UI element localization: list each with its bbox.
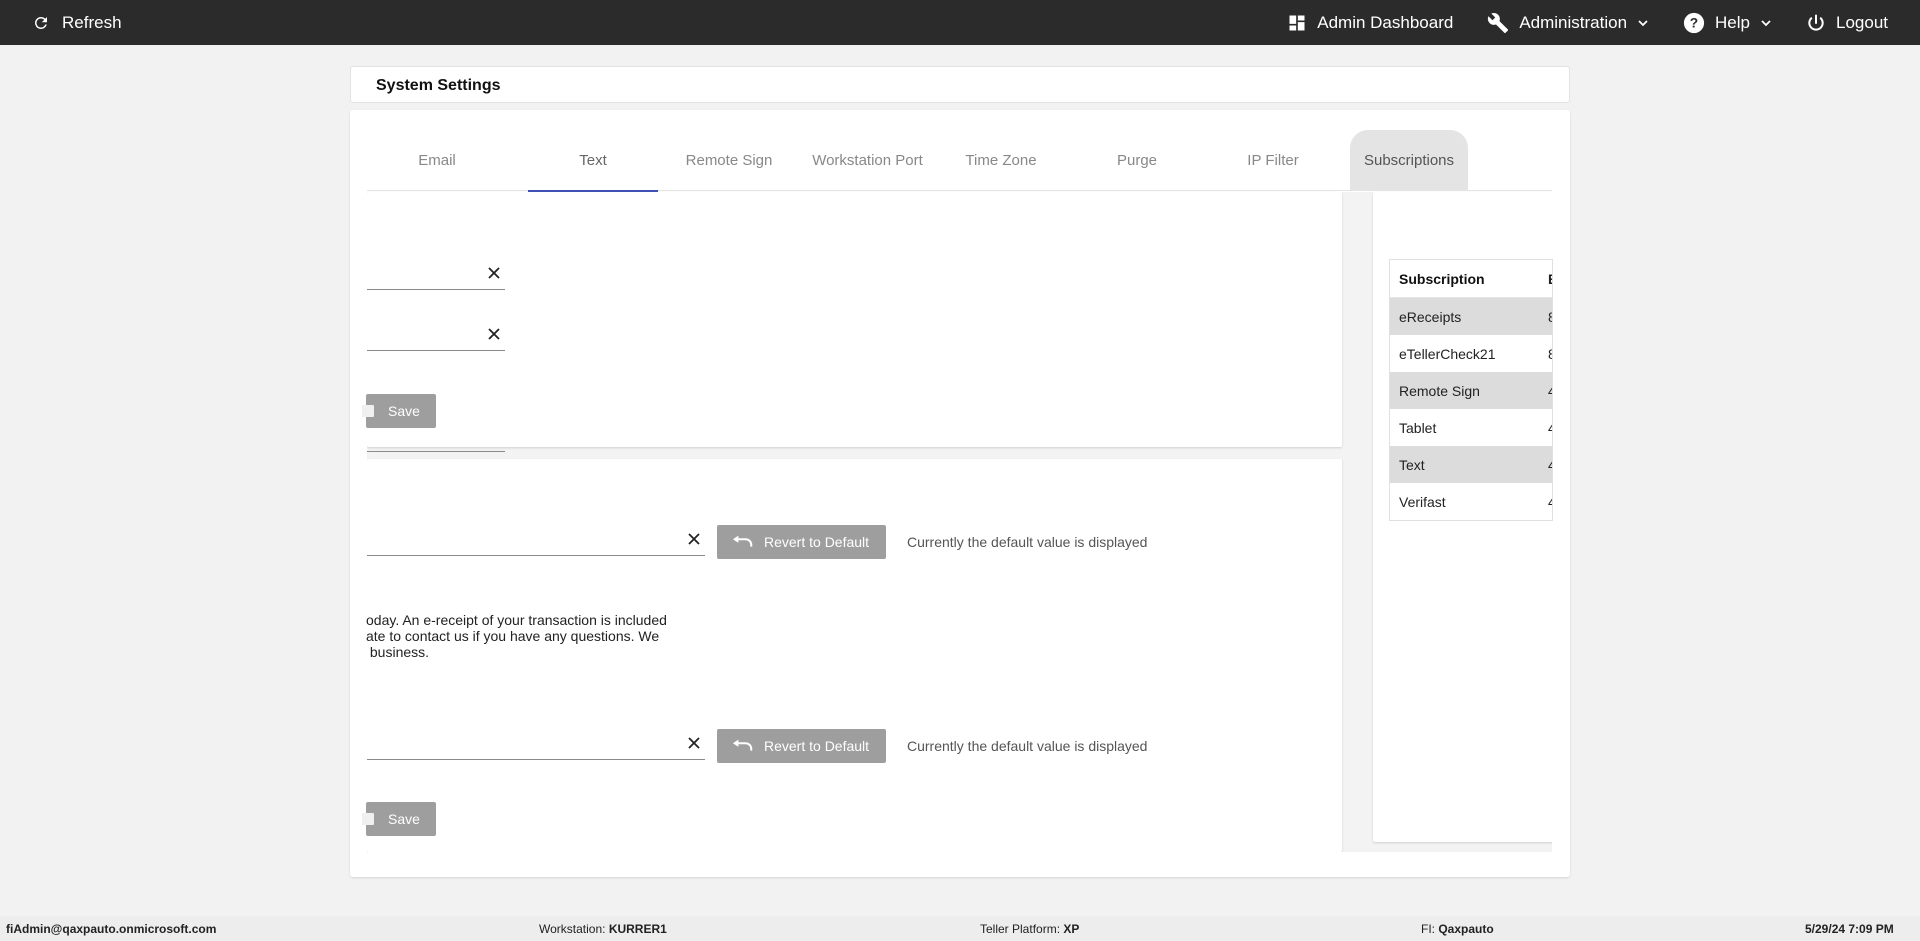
svg-text:?: ? bbox=[1690, 15, 1698, 30]
table-row[interactable]: Text 4 bbox=[1390, 446, 1552, 483]
revert-label: Revert to Default bbox=[764, 738, 870, 754]
admin-dashboard-label: Admin Dashboard bbox=[1317, 12, 1454, 32]
tab-label: Purge bbox=[1116, 152, 1158, 169]
row-value-cut: 4 bbox=[1548, 383, 1552, 399]
row-name: Text bbox=[1399, 456, 1425, 473]
default-value-note: Currently the default value is displayed bbox=[907, 738, 1148, 754]
row-name: Tablet bbox=[1399, 419, 1437, 436]
administration-label: Administration bbox=[1519, 12, 1628, 32]
message-input-2[interactable] bbox=[367, 730, 705, 760]
table-row[interactable]: Tablet 4 bbox=[1390, 409, 1552, 446]
tab-email[interactable]: Email bbox=[372, 130, 502, 191]
row-value-cut: 4 bbox=[1548, 494, 1552, 510]
row-value-cut: 8 bbox=[1548, 346, 1552, 362]
row-name: eReceipts bbox=[1399, 308, 1462, 325]
close-icon[interactable] bbox=[487, 266, 501, 280]
workstation-value: KURRER1 bbox=[608, 922, 667, 936]
table-row[interactable]: eReceipts 8 bbox=[1390, 298, 1552, 335]
undo-icon bbox=[732, 739, 753, 751]
table-row[interactable]: Remote Sign 4 bbox=[1390, 372, 1552, 409]
tab-workstation-port[interactable]: Workstation Port bbox=[800, 130, 935, 191]
table-header: Subscription E bbox=[1390, 260, 1552, 298]
footer-teller-platform: Teller Platform: XP bbox=[980, 922, 1079, 936]
close-icon[interactable] bbox=[687, 532, 701, 546]
table-row[interactable]: Verifast 4 bbox=[1390, 483, 1552, 520]
footer-datetime: 5/29/24 7:09 PM bbox=[1805, 922, 1894, 936]
save-icon bbox=[362, 405, 374, 417]
save-button[interactable]: Save bbox=[362, 394, 436, 428]
row-name: Remote Sign bbox=[1399, 382, 1480, 399]
tab-subscriptions[interactable]: Subscriptions bbox=[1350, 130, 1468, 191]
tab-remote-sign[interactable]: Remote Sign bbox=[664, 130, 794, 191]
refresh-label: Refresh bbox=[62, 12, 122, 32]
top-navigation-bar: Refresh Admin Dashboard Administration ?… bbox=[0, 0, 1920, 45]
tab-purge[interactable]: Purge bbox=[1072, 130, 1202, 191]
wrench-icon bbox=[1488, 12, 1509, 33]
revert-to-default-button[interactable]: Revert to Default bbox=[717, 729, 886, 763]
save-button[interactable]: Save bbox=[362, 802, 436, 836]
administration-menu[interactable]: Administration bbox=[1471, 0, 1667, 45]
revert-to-default-button[interactable]: Revert to Default bbox=[717, 525, 886, 559]
settings-input-1[interactable] bbox=[367, 260, 505, 290]
row-value-cut: 4 bbox=[1548, 420, 1552, 436]
tab-label: Text bbox=[579, 152, 607, 169]
chevron-down-icon bbox=[1638, 19, 1648, 26]
logout-label: Logout bbox=[1836, 12, 1888, 32]
close-icon[interactable] bbox=[687, 736, 701, 750]
tab-text[interactable]: Text bbox=[528, 130, 658, 192]
text-settings-panel bbox=[367, 192, 1342, 452]
power-icon bbox=[1808, 14, 1824, 31]
row-value-cut: 4 bbox=[1548, 457, 1552, 473]
settings-input-2[interactable] bbox=[367, 321, 505, 351]
subscriptions-table: Subscription E eReceipts 8 eTellerCheck21… bbox=[1389, 259, 1553, 521]
message-text-preview: oday. An e-receipt of your transaction i… bbox=[366, 612, 667, 660]
footer-user: fiAdmin@qaxpauto.onmicrosoft.com bbox=[6, 922, 217, 936]
tab-label: Email bbox=[418, 152, 456, 169]
platform-value: XP bbox=[1063, 922, 1080, 936]
status-footer: fiAdmin@qaxpauto.onmicrosoft.com Worksta… bbox=[0, 916, 1920, 941]
fi-label: FI: bbox=[1421, 922, 1435, 936]
workstation-label: Workstation: bbox=[539, 922, 606, 936]
tab-ip-filter[interactable]: IP Filter bbox=[1208, 130, 1338, 191]
admin-dashboard-link[interactable]: Admin Dashboard bbox=[1271, 0, 1471, 45]
settings-card: Email Text Remote Sign Workstation Port … bbox=[350, 110, 1570, 877]
footer-fi: FI: Qaxpauto bbox=[1421, 922, 1494, 936]
dashboard-icon bbox=[1289, 15, 1305, 30]
settings-tabs: Email Text Remote Sign Workstation Port … bbox=[367, 130, 1552, 192]
refresh-button[interactable]: Refresh bbox=[32, 0, 122, 45]
tab-label: Remote Sign bbox=[685, 152, 773, 169]
refresh-icon bbox=[34, 16, 47, 29]
platform-label: Teller Platform: bbox=[980, 922, 1061, 936]
subscription-column-header: Subscription bbox=[1399, 270, 1485, 287]
save-label: Save bbox=[388, 403, 420, 419]
tab-label: IP Filter bbox=[1247, 152, 1299, 169]
tab-label: Time Zone bbox=[965, 152, 1037, 169]
save-label: Save bbox=[388, 811, 420, 827]
help-label: Help bbox=[1715, 12, 1750, 32]
tab-label: Workstation Port bbox=[812, 152, 923, 169]
logout-button[interactable]: Logout bbox=[1790, 0, 1920, 45]
revert-label: Revert to Default bbox=[764, 534, 870, 550]
footer-workstation: Workstation: KURRER1 bbox=[539, 922, 667, 936]
column-header-cut: E bbox=[1548, 271, 1552, 287]
tab-time-zone[interactable]: Time Zone bbox=[936, 130, 1066, 191]
default-value-note: Currently the default value is displayed bbox=[907, 534, 1148, 550]
undo-icon bbox=[732, 535, 753, 547]
table-row[interactable]: eTellerCheck21 8 bbox=[1390, 335, 1552, 372]
fi-value: Qaxpauto bbox=[1438, 922, 1494, 936]
row-name: Verifast bbox=[1399, 493, 1446, 510]
help-menu[interactable]: ? Help bbox=[1667, 0, 1790, 45]
row-name: eTellerCheck21 bbox=[1399, 345, 1496, 362]
help-icon: ? bbox=[1683, 12, 1705, 33]
save-icon bbox=[362, 813, 374, 825]
message-input-1[interactable] bbox=[367, 526, 705, 556]
row-value-cut: 8 bbox=[1548, 309, 1552, 325]
page-title: System Settings bbox=[350, 66, 1570, 103]
tab-label: Subscriptions bbox=[1363, 152, 1455, 169]
chevron-down-icon bbox=[1761, 19, 1771, 26]
close-icon[interactable] bbox=[487, 327, 501, 341]
